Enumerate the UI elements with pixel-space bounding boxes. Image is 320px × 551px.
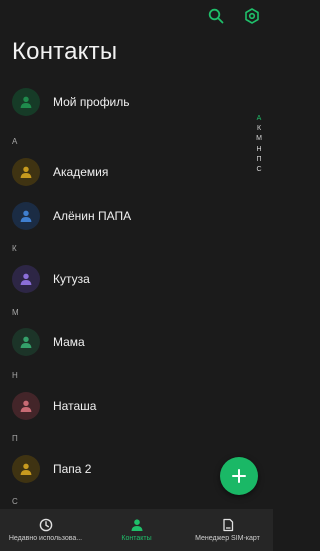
- avatar: [12, 455, 40, 483]
- bottom-navigation: Недавно использова... Контакты Менеджер …: [0, 509, 273, 551]
- index-letter-s[interactable]: С: [256, 165, 261, 175]
- section-header-n: Н: [12, 371, 18, 380]
- section-header-a: А: [12, 137, 18, 146]
- page-title: Контакты: [12, 38, 118, 65]
- section-header-m: М: [12, 308, 19, 317]
- plus-icon: [232, 469, 246, 483]
- index-letter-a[interactable]: А: [257, 114, 262, 124]
- person-icon: [20, 273, 32, 285]
- person-icon: [20, 96, 32, 108]
- index-letter-m[interactable]: М: [256, 134, 262, 144]
- my-profile-row[interactable]: Мой профиль: [0, 82, 250, 122]
- avatar: [12, 265, 40, 293]
- contact-row[interactable]: Папа 2: [0, 449, 250, 489]
- person-icon: [20, 210, 32, 222]
- my-profile-label: Мой профиль: [53, 95, 130, 109]
- alphabet-index[interactable]: А К М Н П С: [252, 114, 266, 175]
- avatar: [12, 328, 40, 356]
- avatar: [12, 202, 40, 230]
- section-header-p: П: [12, 434, 18, 443]
- contact-name: Папа 2: [53, 462, 92, 476]
- nav-contacts-label: Контакты: [121, 535, 152, 542]
- person-icon: [20, 400, 32, 412]
- settings-icon[interactable]: [242, 6, 262, 26]
- avatar: [12, 88, 40, 116]
- contact-row[interactable]: Академия: [0, 152, 250, 192]
- index-letter-n[interactable]: Н: [256, 145, 261, 155]
- nav-sim-manager-label: Менеджер SIM-карт: [195, 535, 260, 542]
- nav-recent[interactable]: Недавно использова...: [0, 509, 91, 551]
- add-contact-button[interactable]: [220, 457, 258, 495]
- contact-name: Академия: [53, 165, 109, 179]
- contact-name: Мама: [53, 335, 85, 349]
- contact-row[interactable]: Наташа: [0, 386, 250, 426]
- contact-name: Кутуза: [53, 272, 90, 286]
- index-letter-k[interactable]: К: [257, 124, 261, 134]
- index-letter-p[interactable]: П: [256, 155, 261, 165]
- contact-name: Наташа: [53, 399, 97, 413]
- section-header-s: С: [12, 497, 18, 506]
- nav-sim-manager[interactable]: Менеджер SIM-карт: [182, 509, 273, 551]
- nav-recent-label: Недавно использова...: [8, 535, 83, 542]
- top-bar: [0, 0, 273, 32]
- clock-icon: [39, 518, 52, 532]
- sim-card-icon: [222, 518, 233, 532]
- contact-row[interactable]: Мама: [0, 322, 250, 362]
- person-icon: [20, 463, 32, 475]
- section-header-k: К: [12, 244, 17, 253]
- person-icon: [20, 336, 32, 348]
- contact-row[interactable]: Кутуза: [0, 259, 250, 299]
- nav-contacts[interactable]: Контакты: [91, 509, 182, 551]
- person-icon: [20, 166, 32, 178]
- person-icon: [131, 519, 142, 531]
- contact-name: Алёнин ПАПА: [53, 209, 132, 223]
- search-icon[interactable]: [206, 6, 226, 26]
- avatar: [12, 158, 40, 186]
- contact-row[interactable]: Алёнин ПАПА: [0, 196, 250, 236]
- avatar: [12, 392, 40, 420]
